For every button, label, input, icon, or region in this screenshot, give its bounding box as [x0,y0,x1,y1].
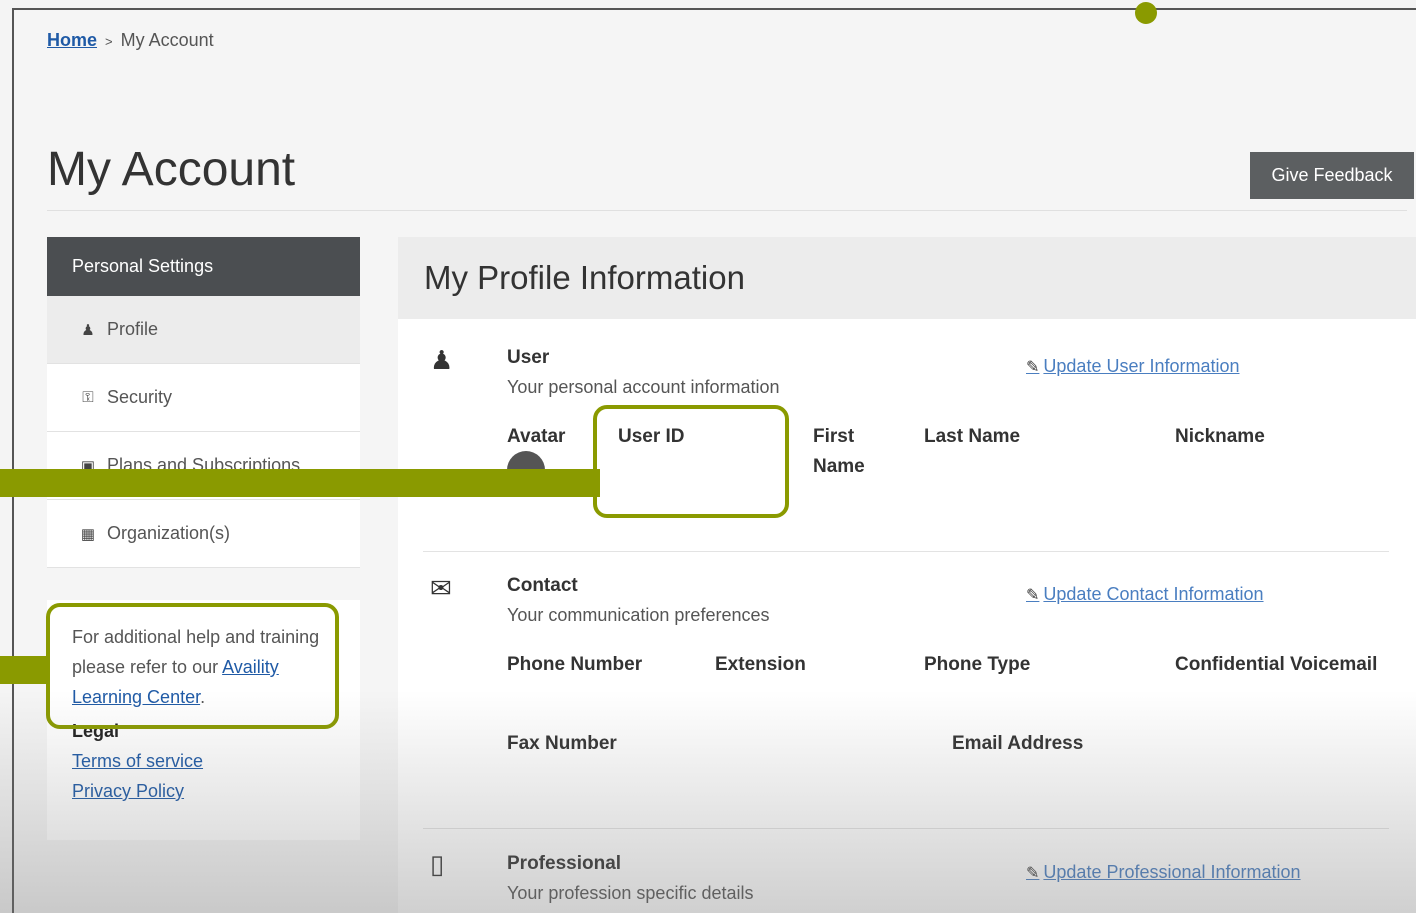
envelope-icon: ✉ [430,573,452,603]
give-feedback-button[interactable]: Give Feedback [1250,152,1414,199]
sidebar: Personal Settings ♟ Profile ⚿ Security ▣… [47,237,360,840]
field-label-avatar: Avatar [507,426,566,447]
pencil-icon: ✎ [1026,359,1040,376]
update-contact-label: Update Contact Information [1043,584,1264,604]
callout-box-user-id [593,405,789,518]
profile-panel: My Profile Information ♟ User Your perso… [398,237,1416,913]
field-label-confidential-voicemail: Confidential Voicemail [1175,654,1378,675]
breadcrumb-current: My Account [120,30,214,50]
user-icon: ♟ [81,321,95,339]
privacy-policy-link[interactable]: Privacy Policy [72,781,184,801]
sidebar-item-label: Security [107,387,173,407]
field-label-fax-number: Fax Number [507,733,617,754]
field-label-nickname: Nickname [1175,426,1265,447]
section-divider [423,828,1389,829]
sidebar-item-label: Profile [107,319,159,339]
terms-of-service-link[interactable]: Terms of service [72,751,203,771]
update-user-information-link[interactable]: ✎ Update User Information [1026,356,1240,377]
update-professional-label: Update Professional Information [1043,862,1301,882]
update-user-label: Update User Information [1043,356,1240,376]
field-label-email-address: Email Address [952,733,1084,754]
pencil-icon: ✎ [1026,865,1040,882]
field-label-extension: Extension [715,654,806,675]
professional-section-subtitle: Your profession specific details [507,883,754,903]
profile-panel-title: My Profile Information [398,237,1416,319]
building-icon: ▦ [80,525,96,543]
field-label-last-name: Last Name [924,426,1021,447]
sidebar-item-organizations[interactable]: ▦ Organization(s) [47,500,360,568]
tablet-icon: ▯ [430,849,445,879]
field-label-phone-number: Phone Number [507,654,643,675]
breadcrumb-separator: > [105,34,113,49]
page-title: My Account [47,143,296,196]
professional-section-title: Professional [507,853,622,874]
avatar [507,451,545,471]
user-icon: ♟ [430,345,454,375]
sidebar-item-label: Organization(s) [107,523,231,543]
user-section-title: User [507,347,550,368]
field-label-first-name: First Name [813,426,865,477]
update-professional-information-link[interactable]: ✎ Update Professional Information [1026,862,1301,883]
user-section-subtitle: Your personal account information [507,377,780,397]
breadcrumb-home-link[interactable]: Home [47,30,97,50]
pencil-icon: ✎ [1026,587,1040,604]
callout-bar-user-id [0,469,600,497]
update-contact-information-link[interactable]: ✎ Update Contact Information [1026,584,1264,605]
field-label-phone-type: Phone Type [924,654,1031,675]
section-divider [423,551,1389,552]
title-divider [47,210,1407,211]
key-icon: ⚿ [82,389,94,406]
callout-marker [1135,2,1157,24]
sidebar-item-security[interactable]: ⚿ Security [47,364,360,432]
sidebar-header: Personal Settings [47,237,360,296]
callout-box-help [46,603,339,729]
sidebar-item-profile[interactable]: ♟ Profile [47,296,360,364]
breadcrumb: Home > My Account [47,30,214,51]
contact-section-title: Contact [507,575,578,596]
contact-section-subtitle: Your communication preferences [507,605,770,625]
callout-bar-help [0,656,50,684]
